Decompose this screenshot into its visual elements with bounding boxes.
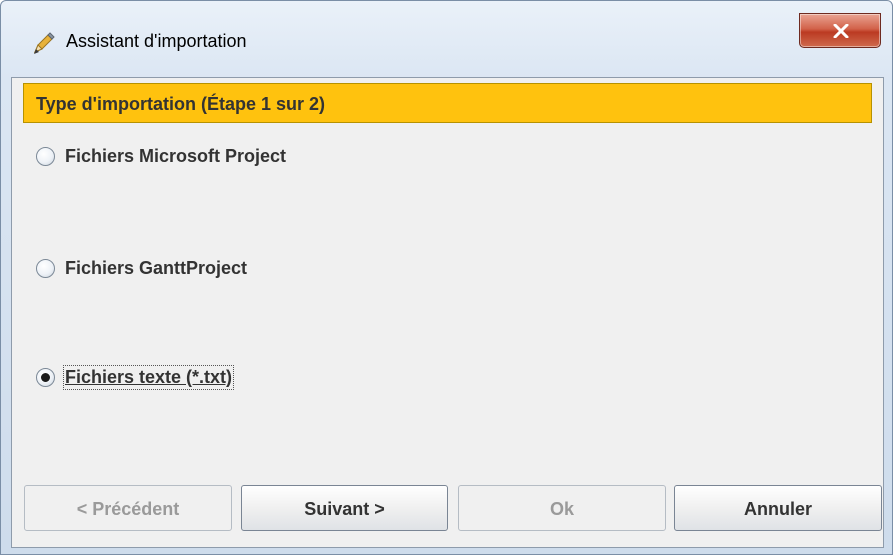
option-label: Fichiers GanttProject bbox=[65, 257, 248, 278]
ok-button[interactable]: Ok bbox=[458, 485, 666, 531]
previous-button[interactable]: < Précédent bbox=[24, 485, 232, 531]
option-microsoft-project[interactable]: Fichiers Microsoft Project bbox=[31, 141, 286, 171]
option-label: Fichiers texte (*.txt) bbox=[62, 364, 235, 390]
radio-ganttproject[interactable] bbox=[36, 258, 55, 278]
close-button[interactable] bbox=[799, 13, 881, 48]
window-title: Assistant d'importation bbox=[66, 31, 247, 51]
radio-text-files[interactable] bbox=[36, 367, 55, 387]
option-text-files[interactable]: Fichiers texte (*.txt) bbox=[31, 362, 235, 392]
radio-microsoft-project[interactable] bbox=[36, 146, 55, 166]
close-icon bbox=[833, 24, 849, 38]
step-header-text: Type d'importation (Étape 1 sur 2) bbox=[36, 94, 325, 114]
option-label: Fichiers Microsoft Project bbox=[65, 145, 287, 166]
cancel-button[interactable]: Annuler bbox=[674, 485, 882, 531]
step-header: Type d'importation (Étape 1 sur 2) bbox=[23, 83, 872, 123]
next-button[interactable]: Suivant > bbox=[241, 485, 448, 531]
import-wizard-window: Assistant d'importation Type d'importati… bbox=[0, 0, 893, 555]
title-bar[interactable]: Assistant d'importation bbox=[1, 1, 892, 77]
option-ganttproject[interactable]: Fichiers GanttProject bbox=[31, 253, 247, 283]
pencil-icon bbox=[31, 30, 57, 56]
